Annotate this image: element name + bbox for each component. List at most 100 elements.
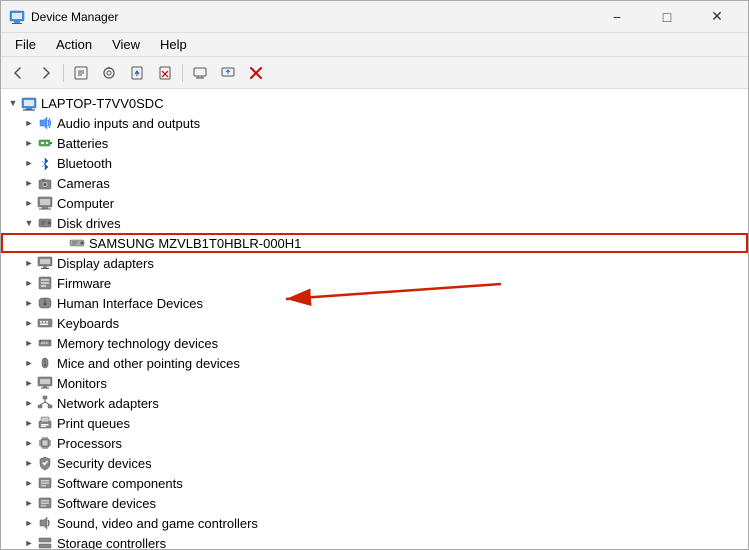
security-expand-icon[interactable]: ► (21, 455, 37, 471)
tree-item-keyboards[interactable]: ► Keyboards (1, 313, 748, 333)
device-tree[interactable]: ▼ LAPTOP-T7VV0SDC ► (1, 89, 748, 549)
sound-icon (37, 515, 53, 531)
tree-item-security[interactable]: ► Security devices (1, 453, 748, 473)
toolbar-separator-2 (182, 64, 183, 82)
tree-item-audio[interactable]: ► Audio inputs and outputs (1, 113, 748, 133)
scan-button[interactable] (96, 60, 122, 86)
network-label: Network adapters (57, 396, 159, 411)
processors-icon (37, 435, 53, 451)
bluetooth-label: Bluetooth (57, 156, 112, 171)
softwarecomp-expand-icon[interactable]: ► (21, 475, 37, 491)
display-expand-icon[interactable]: ► (21, 255, 37, 271)
tree-item-mice[interactable]: ► Mice and other pointing devices (1, 353, 748, 373)
computer-view-button[interactable] (187, 60, 213, 86)
tree-item-network[interactable]: ► Network adapters (1, 393, 748, 413)
computer-expand-icon[interactable]: ► (21, 195, 37, 211)
monitors-label: Monitors (57, 376, 107, 391)
tree-item-cameras[interactable]: ► Cameras (1, 173, 748, 193)
root-expand-icon[interactable]: ▼ (5, 95, 21, 111)
softwarecomp-icon (37, 475, 53, 491)
printq-expand-icon[interactable]: ► (21, 415, 37, 431)
storage-icon (37, 535, 53, 549)
device-manager-window: Device Manager − □ ✕ File Action View He… (0, 0, 749, 550)
window-controls: − □ ✕ (594, 5, 740, 29)
keyboards-expand-icon[interactable]: ► (21, 315, 37, 331)
menu-file[interactable]: File (5, 35, 46, 54)
printq-icon (37, 415, 53, 431)
softwaredev-icon (37, 495, 53, 511)
tree-item-storage[interactable]: ► Storage controllers (1, 533, 748, 549)
main-content: ▼ LAPTOP-T7VV0SDC ► (1, 89, 748, 549)
sound-label: Sound, video and game controllers (57, 516, 258, 531)
window-title: Device Manager (31, 10, 118, 24)
firmware-label: Firmware (57, 276, 111, 291)
title-bar-left: Device Manager (9, 9, 118, 25)
add-hardware-button[interactable] (215, 60, 241, 86)
tree-item-samsung[interactable]: SAMSUNG MZVLB1T0HBLR-000H1 (1, 233, 748, 253)
remove-button[interactable] (243, 60, 269, 86)
tree-root[interactable]: ▼ LAPTOP-T7VV0SDC (1, 93, 748, 113)
properties-button[interactable] (68, 60, 94, 86)
maximize-button[interactable]: □ (644, 5, 690, 29)
close-button[interactable]: ✕ (694, 5, 740, 29)
mice-expand-icon[interactable]: ► (21, 355, 37, 371)
tree-item-firmware[interactable]: ► Firmware (1, 273, 748, 293)
cameras-label: Cameras (57, 176, 110, 191)
menu-action[interactable]: Action (46, 35, 102, 54)
storage-expand-icon[interactable]: ► (21, 535, 37, 549)
menu-view[interactable]: View (102, 35, 150, 54)
display-label: Display adapters (57, 256, 154, 271)
audio-expand-icon[interactable]: ► (21, 115, 37, 131)
monitors-expand-icon[interactable]: ► (21, 375, 37, 391)
memory-expand-icon[interactable]: ► (21, 335, 37, 351)
title-bar: Device Manager − □ ✕ (1, 1, 748, 33)
tree-item-computer[interactable]: ► Computer (1, 193, 748, 213)
cameras-icon (37, 175, 53, 191)
display-icon (37, 255, 53, 271)
diskdrives-label: Disk drives (57, 216, 121, 231)
sound-expand-icon[interactable]: ► (21, 515, 37, 531)
tree-item-hid[interactable]: ► Human Interface Devices (1, 293, 748, 313)
update-driver-button[interactable] (124, 60, 150, 86)
batteries-icon (37, 135, 53, 151)
diskdrives-icon (37, 215, 53, 231)
monitors-icon (37, 375, 53, 391)
processors-expand-icon[interactable]: ► (21, 435, 37, 451)
hid-expand-icon[interactable]: ► (21, 295, 37, 311)
tree-item-softwarecomp[interactable]: ► Software components (1, 473, 748, 493)
bluetooth-icon (37, 155, 53, 171)
tree-item-display[interactable]: ► Display adapters (1, 253, 748, 273)
memory-label: Memory technology devices (57, 336, 218, 351)
toolbar (1, 57, 748, 89)
back-button[interactable] (5, 60, 31, 86)
network-expand-icon[interactable]: ► (21, 395, 37, 411)
tree-item-monitors[interactable]: ► Monitors (1, 373, 748, 393)
menu-help[interactable]: Help (150, 35, 197, 54)
tree-item-printq[interactable]: ► Print queues (1, 413, 748, 433)
forward-button[interactable] (33, 60, 59, 86)
tree-item-memory[interactable]: ► Memory technology devices (1, 333, 748, 353)
keyboards-label: Keyboards (57, 316, 119, 331)
bluetooth-expand-icon[interactable]: ► (21, 155, 37, 171)
uninstall-button[interactable] (152, 60, 178, 86)
tree-item-bluetooth[interactable]: ► Bluetooth (1, 153, 748, 173)
diskdrives-expand-icon[interactable]: ▼ (21, 215, 37, 231)
firmware-expand-icon[interactable]: ► (21, 275, 37, 291)
tree-item-sound[interactable]: ► Sound, video and game controllers (1, 513, 748, 533)
tree-item-diskdrives[interactable]: ▼ Disk drives (1, 213, 748, 233)
audio-label: Audio inputs and outputs (57, 116, 200, 131)
softwaredev-expand-icon[interactable]: ► (21, 495, 37, 511)
minimize-button[interactable]: − (594, 5, 640, 29)
cameras-expand-icon[interactable]: ► (21, 175, 37, 191)
tree-item-batteries[interactable]: ► Batteries (1, 133, 748, 153)
batteries-label: Batteries (57, 136, 108, 151)
app-icon (9, 9, 25, 25)
batteries-expand-icon[interactable]: ► (21, 135, 37, 151)
security-label: Security devices (57, 456, 152, 471)
toolbar-separator-1 (63, 64, 64, 82)
samsung-label: SAMSUNG MZVLB1T0HBLR-000H1 (89, 236, 301, 251)
computer-label: Computer (57, 196, 114, 211)
network-icon (37, 395, 53, 411)
tree-item-processors[interactable]: ► (1, 433, 748, 453)
tree-item-softwaredev[interactable]: ► Software devices (1, 493, 748, 513)
